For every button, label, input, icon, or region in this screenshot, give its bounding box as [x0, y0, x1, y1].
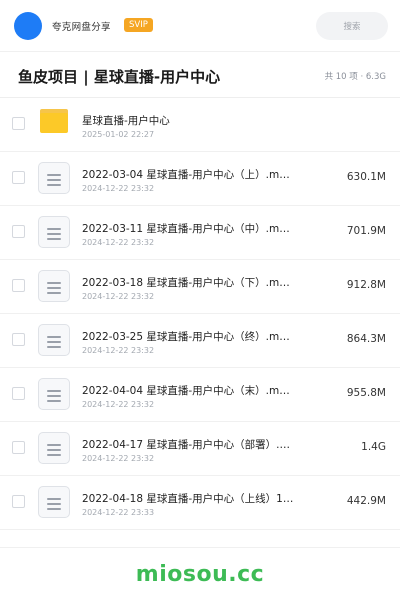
checkbox[interactable] — [12, 279, 25, 292]
checkbox[interactable] — [12, 225, 25, 238]
checkbox[interactable] — [12, 441, 25, 454]
list-item[interactable]: 2022-04-04 星球直播-用户中心（末）.m… 2024-12-22 23… — [0, 368, 400, 422]
list-item[interactable]: 2022-03-04 星球直播-用户中心（上）.m… 2024-12-22 23… — [0, 152, 400, 206]
page-title: 鱼皮项目 | 星球直播-用户中心 — [18, 68, 221, 86]
list-item[interactable]: 2022-03-25 星球直播-用户中心（终）.m… 2024-12-22 23… — [0, 314, 400, 368]
item-name: 2022-03-25 星球直播-用户中心（终）.m… — [82, 331, 290, 343]
top-header: 夸克网盘分享 SVIP 搜索 — [0, 0, 400, 52]
document-icon — [38, 432, 70, 464]
document-icon — [38, 270, 70, 302]
checkbox[interactable] — [12, 171, 25, 184]
document-icon — [38, 162, 70, 194]
item-name: 2022-03-04 星球直播-用户中心（上）.m… — [82, 169, 290, 181]
checkbox[interactable] — [12, 387, 25, 400]
folder-titlebar: 鱼皮项目 | 星球直播-用户中心 共 10 项 · 6.3G — [0, 52, 400, 98]
item-size: 912.8M — [346, 279, 386, 291]
item-size: 955.8M — [346, 387, 386, 399]
item-size: 630.1M — [346, 171, 386, 183]
checkbox[interactable] — [12, 117, 25, 130]
item-date: 2024-12-22 23:32 — [82, 238, 155, 247]
item-size: 864.3M — [346, 333, 386, 345]
document-icon — [38, 216, 70, 248]
item-date: 2024-12-22 23:32 — [82, 184, 155, 193]
item-size: 1.4G — [361, 441, 386, 453]
folder-icon — [40, 109, 68, 133]
checkbox[interactable] — [12, 495, 25, 508]
avatar[interactable] — [14, 12, 42, 40]
item-name: 2022-03-18 星球直播-用户中心（下）.m… — [82, 277, 290, 289]
list-item[interactable]: 星球直播-用户中心 2025-01-02 22:27 — [0, 98, 400, 152]
item-date: 2024-12-22 23:32 — [82, 292, 155, 301]
document-icon — [38, 324, 70, 356]
document-icon — [38, 378, 70, 410]
list-item[interactable]: 2022-04-18 星球直播-用户中心（上线）1… 2024-12-22 23… — [0, 476, 400, 530]
item-name: 2022-04-17 星球直播-用户中心（部署）.… — [82, 439, 290, 451]
item-date: 2024-12-22 23:32 — [82, 454, 155, 463]
list-item[interactable]: 2022-03-18 星球直播-用户中心（下）.m… 2024-12-22 23… — [0, 260, 400, 314]
search-label: 搜索 — [343, 22, 361, 32]
item-size: 442.9M — [346, 495, 386, 507]
item-name: 2022-04-04 星球直播-用户中心（末）.m… — [82, 385, 290, 397]
item-name: 2022-04-18 星球直播-用户中心（上线）1… — [82, 493, 294, 505]
checkbox[interactable] — [12, 333, 25, 346]
footer-divider — [0, 547, 400, 548]
item-name: 2022-03-11 星球直播-用户中心（中）.m… — [82, 223, 290, 235]
item-date: 2024-12-22 23:32 — [82, 346, 155, 355]
item-date: 2024-12-22 23:33 — [82, 508, 155, 517]
search-button[interactable]: 搜索 — [316, 12, 388, 40]
watermark: miosou.cc — [135, 562, 265, 587]
item-date: 2025-01-02 22:27 — [82, 130, 155, 139]
file-list: 星球直播-用户中心 2025-01-02 22:27 2022-03-04 星球… — [0, 98, 400, 530]
list-item[interactable]: 2022-03-11 星球直播-用户中心（中）.m… 2024-12-22 23… — [0, 206, 400, 260]
svip-badge: SVIP — [124, 18, 153, 32]
folder-summary: 共 10 项 · 6.3G — [324, 72, 386, 82]
brand-name: 夸克网盘分享 — [52, 22, 111, 33]
item-size: 701.9M — [346, 225, 386, 237]
list-item[interactable]: 2022-04-17 星球直播-用户中心（部署）.… 2024-12-22 23… — [0, 422, 400, 476]
item-name: 星球直播-用户中心 — [82, 115, 170, 127]
document-icon — [38, 486, 70, 518]
item-date: 2024-12-22 23:32 — [82, 400, 155, 409]
